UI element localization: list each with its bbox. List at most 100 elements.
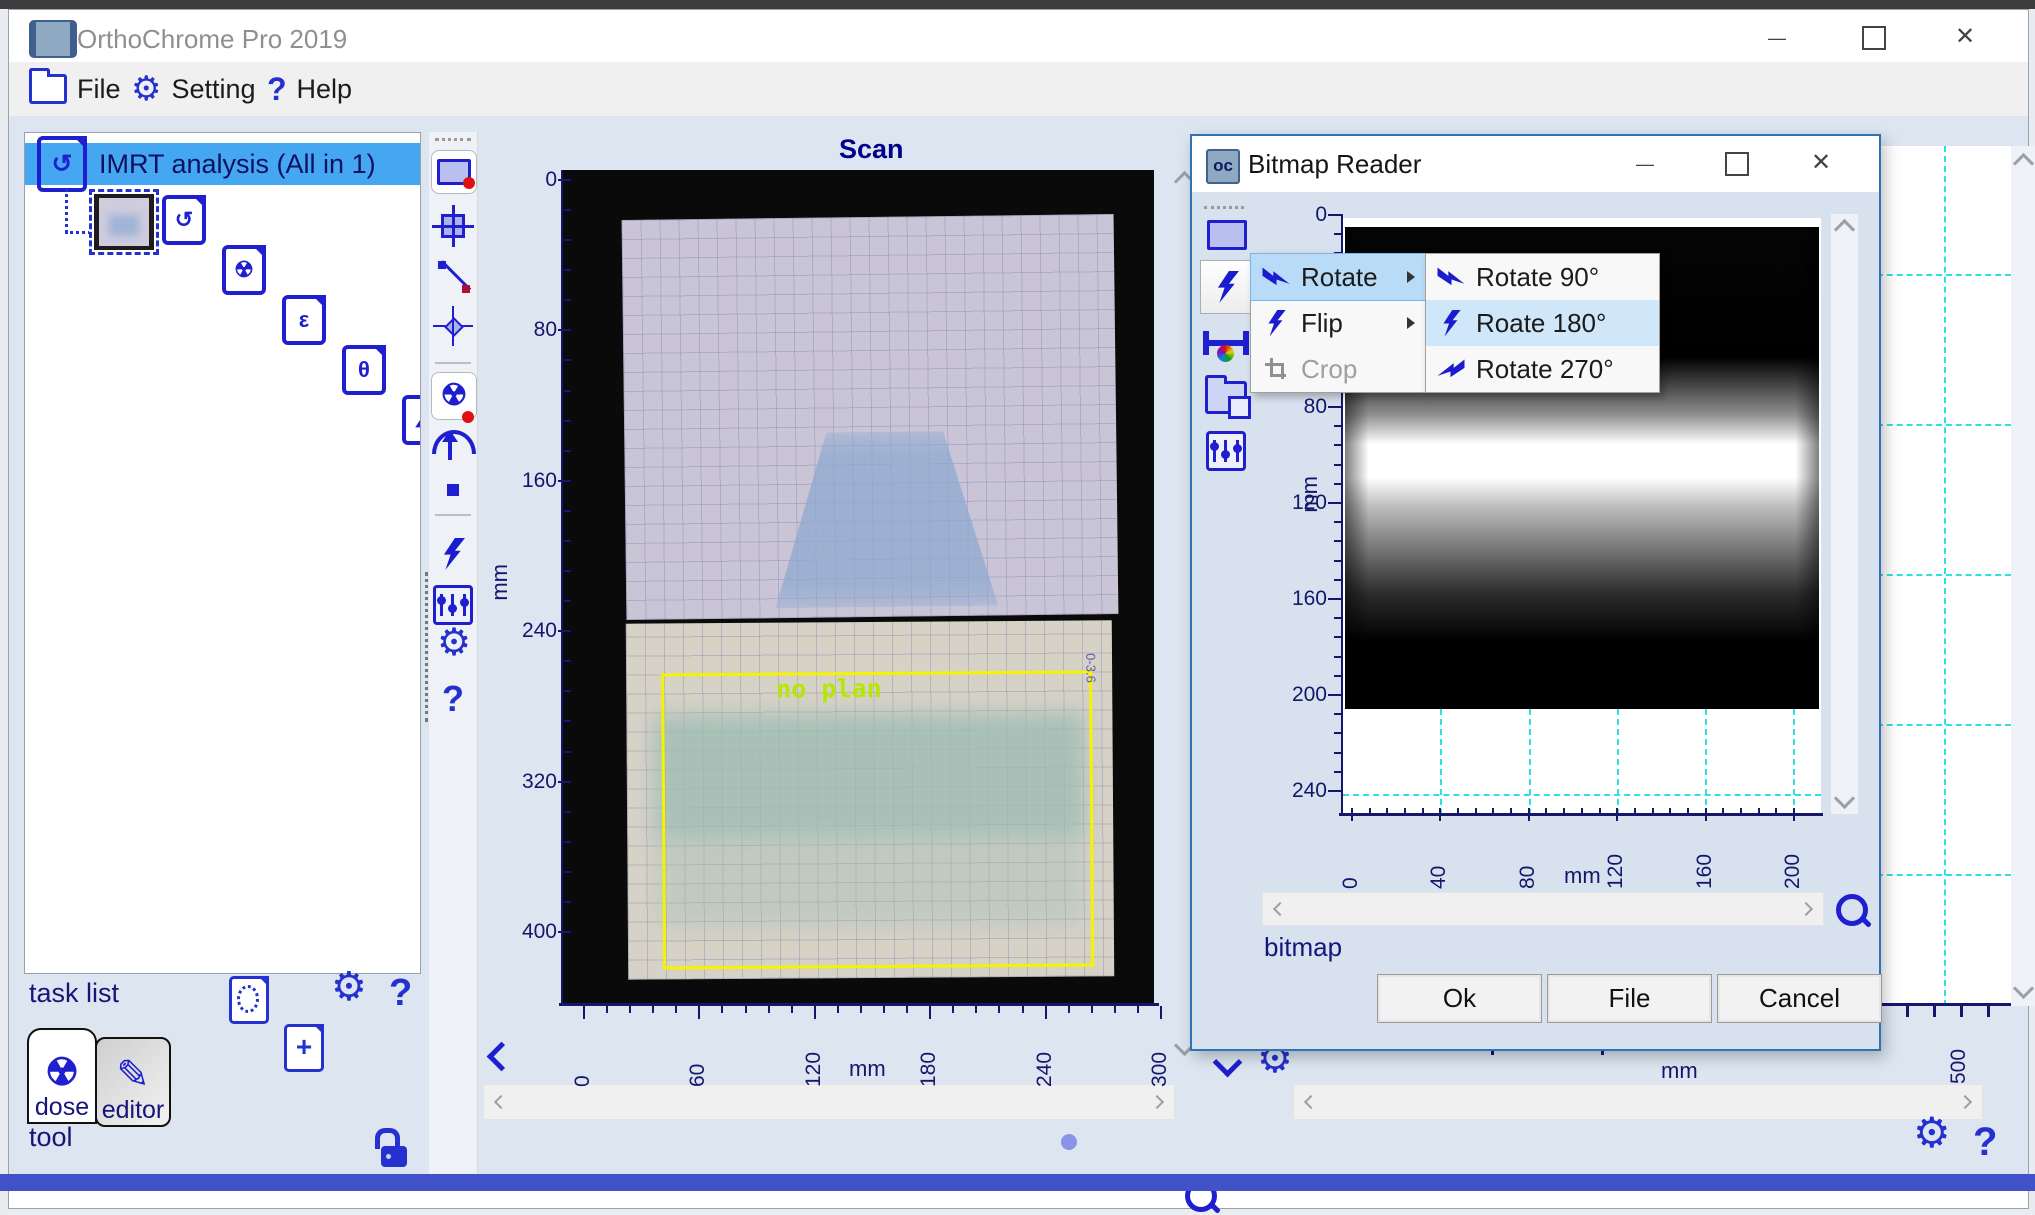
dose-blob <box>752 430 1019 608</box>
dialog-title-bar[interactable]: oc Bitmap Reader <box>1192 136 1879 192</box>
submenu-item-rotate-180[interactable]: Roate 180° <box>1426 300 1659 346</box>
tick <box>1045 1006 1047 1019</box>
task-help-icon[interactable]: ? <box>389 972 412 1015</box>
collapse-left-chevron[interactable] <box>491 1046 512 1072</box>
bitmap-hscrollbar[interactable] <box>1262 892 1824 926</box>
task-item-dose[interactable]: ☢ <box>222 245 266 295</box>
menu-file[interactable]: File <box>29 70 121 108</box>
menu-help[interactable]: ? Help <box>267 70 352 108</box>
tick <box>1068 1006 1070 1013</box>
dialog-open-save-tool[interactable] <box>1202 374 1250 420</box>
dialog-minimize[interactable] <box>1622 148 1668 178</box>
task-item-theta[interactable]: θ <box>342 345 386 395</box>
chart-settings-icon[interactable]: ⚙ <box>437 628 471 658</box>
arch-arrow-icon <box>432 430 474 468</box>
bitmap-scroll-down[interactable] <box>1834 788 1855 809</box>
dialog-maximize[interactable] <box>1712 148 1758 178</box>
crosshair-icon <box>433 306 473 346</box>
menu-setting[interactable]: ⚙ Setting <box>131 70 256 108</box>
scan-thumbnail[interactable] <box>89 189 159 255</box>
tick: 240 <box>1033 1021 1057 1087</box>
tick <box>675 1006 677 1013</box>
bitmap-scroll-up[interactable] <box>1834 219 1855 240</box>
bottom-right-gear[interactable]: ⚙ <box>1913 1118 1951 1148</box>
chart-help-icon[interactable]: ? <box>442 678 464 720</box>
dialog-select-tool[interactable] <box>1204 216 1250 254</box>
tick <box>814 1006 816 1019</box>
flip-icon <box>1266 310 1286 337</box>
tick <box>629 1006 631 1013</box>
status-dot <box>1061 1134 1077 1150</box>
point-marker-tool[interactable] <box>431 478 475 502</box>
line-profile-icon <box>436 259 470 293</box>
right-scroll-down[interactable] <box>2013 978 2034 999</box>
dose-overlay-tool[interactable]: ☢ <box>431 372 477 420</box>
task-item-epsilon[interactable]: ε <box>282 295 326 345</box>
add-document-icon[interactable]: + <box>284 1024 324 1072</box>
bitmap-vscrollbar[interactable] <box>1831 214 1858 814</box>
scroll-right-arrow[interactable] <box>1150 1095 1164 1109</box>
bitmap-scroll-right[interactable] <box>1799 902 1813 916</box>
gear-icon: ⚙ <box>131 74 161 104</box>
submenu-item-rotate-270[interactable]: Rotate 270° <box>1426 346 1659 392</box>
task-row-imrt[interactable]: ↺ IMRT analysis (All in 1) <box>25 143 420 185</box>
tick <box>1022 1006 1024 1013</box>
profile-arch-tool[interactable] <box>431 428 475 470</box>
right-scroll-right[interactable] <box>1958 1095 1972 1109</box>
right-vscrollbar[interactable] <box>2011 146 2035 1006</box>
file-button[interactable]: File <box>1547 974 1712 1023</box>
select-region-tool[interactable] <box>431 150 477 194</box>
line-profile-tool[interactable] <box>433 256 473 296</box>
right-scroll-left[interactable] <box>1304 1095 1318 1109</box>
scan-plot[interactable]: no plan 0-3.6 <box>561 170 1154 1005</box>
rotate-submenu: Rotate 90° Roate 180° Rotate 270° <box>1425 253 1660 393</box>
menu-item-flip[interactable]: Flip <box>1251 300 1425 346</box>
bottom-right-help[interactable]: ? <box>1973 1120 1997 1165</box>
dialog-process-tool[interactable] <box>1200 260 1254 314</box>
square-marker-tool[interactable] <box>431 204 475 248</box>
dialog-close[interactable] <box>1798 148 1844 178</box>
right-plot[interactable] <box>1877 146 2011 1006</box>
tick <box>1137 1006 1139 1013</box>
cancel-button[interactable]: Cancel <box>1717 974 1882 1023</box>
scroll-left-arrow[interactable] <box>494 1095 508 1109</box>
tick <box>652 1006 654 1013</box>
maximize-button[interactable] <box>1849 22 1895 52</box>
bitmap-scroll-left[interactable] <box>1273 902 1287 916</box>
menu-item-rotate[interactable]: Rotate <box>1251 254 1425 300</box>
process-tool[interactable] <box>431 532 475 576</box>
scan-hscrollbar[interactable] <box>483 1084 1175 1120</box>
unlock-icon-body[interactable] <box>381 1146 407 1167</box>
ok-button[interactable]: Ok <box>1377 974 1542 1023</box>
toolbar-grip[interactable] <box>435 138 471 141</box>
task-item-angle[interactable]: ∠ <box>402 395 421 445</box>
right-hscrollbar[interactable] <box>1293 1084 1983 1120</box>
bitmap-gridline-v <box>1617 709 1619 815</box>
point-tool[interactable] <box>433 304 473 348</box>
levels-tool[interactable] <box>431 584 475 626</box>
minimize-button[interactable] <box>1754 22 1800 52</box>
dialog-scanner-tool[interactable] <box>1202 320 1250 366</box>
right-xlabel: mm <box>1661 1058 1698 1084</box>
tab-dose[interactable]: ☢ dose <box>27 1028 97 1124</box>
task-item-film[interactable]: ↺ <box>162 195 206 245</box>
task-gear-icon[interactable]: ⚙ <box>331 972 367 1002</box>
bitmap-gridline-v <box>1440 709 1442 815</box>
expand-down-chevron[interactable] <box>1217 1052 1238 1078</box>
close-button[interactable] <box>1942 22 1988 52</box>
right-scroll-up[interactable] <box>2013 153 2034 174</box>
panel-splitter[interactable] <box>425 572 428 722</box>
task-list-panel: ↺ IMRT analysis (All in 1) ↺ ☢ ε θ ∠ <box>24 132 421 974</box>
menu-item-crop[interactable]: Crop <box>1251 346 1425 392</box>
dialog-levels-tool[interactable] <box>1202 428 1250 474</box>
select-document-icon[interactable] <box>229 976 269 1024</box>
submenu-item-rotate-90[interactable]: Rotate 90° <box>1426 254 1659 300</box>
tab-editor[interactable]: ✎ editor <box>95 1037 171 1127</box>
bitmap-zoom-icon[interactable] <box>1836 894 1868 926</box>
dialog-toolbar-grip[interactable] <box>1204 206 1244 209</box>
sliders-chip-icon <box>433 585 473 625</box>
title-bar[interactable]: OrthoChrome Pro 2019 <box>9 10 2028 62</box>
rotate-icon <box>1263 267 1290 287</box>
right-axis-ticks <box>1879 1006 2011 1017</box>
pencil-icon: ✎ <box>116 1054 150 1096</box>
